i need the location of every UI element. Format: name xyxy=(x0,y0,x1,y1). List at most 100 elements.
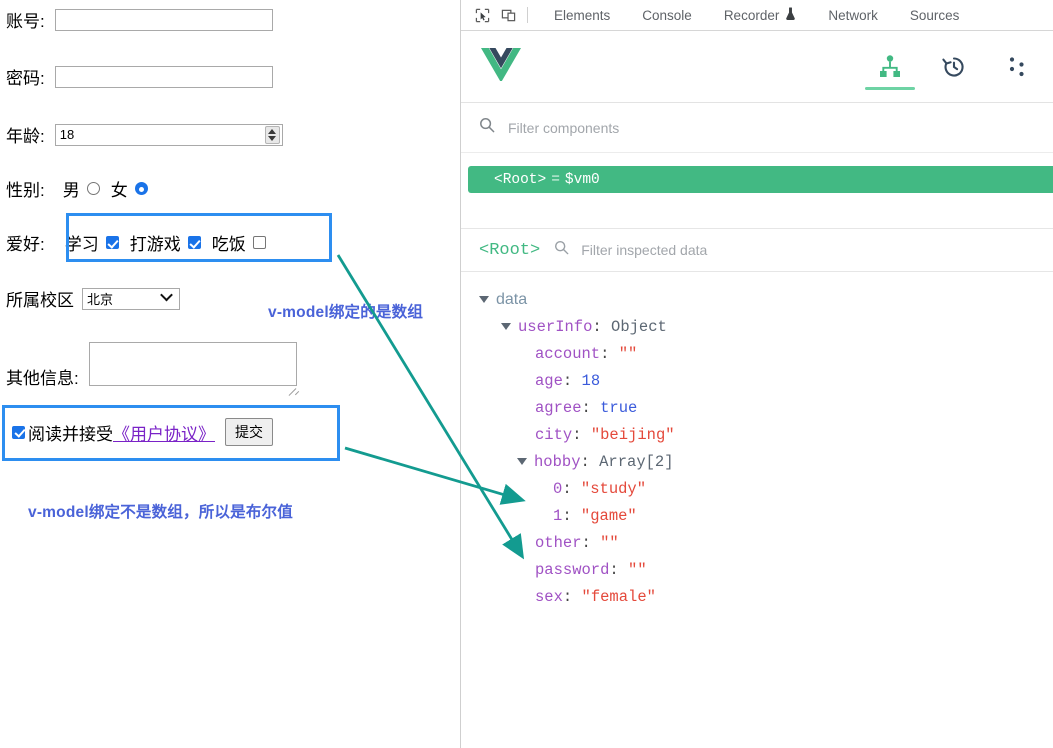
hobby-label: 爱好: xyxy=(6,235,45,254)
password-input[interactable] xyxy=(54,65,273,88)
tree-node-sex[interactable]: sex : "female" xyxy=(461,583,1053,610)
tree-node-agree[interactable]: agree : true xyxy=(461,394,1053,421)
hobby-option-study-label: 学习 xyxy=(64,235,99,254)
tree-key-agree: agree xyxy=(535,398,582,417)
vue-demo-form: 账号: 密码: 年龄: 性别: 男 女 爱好: 学习 打游戏 吃饭 xyxy=(0,0,460,748)
tab-sources[interactable]: Sources xyxy=(894,0,976,30)
sex-radio-male[interactable] xyxy=(86,182,100,195)
tree-key-hobby-1: 1 xyxy=(553,506,563,525)
component-filter-input[interactable] xyxy=(506,118,979,137)
tab-sources-label: Sources xyxy=(909,7,960,23)
tree-key-city: city xyxy=(535,425,573,444)
tab-network[interactable]: Network xyxy=(812,0,894,30)
tab-elements-label: Elements xyxy=(554,7,611,23)
hobby-checkbox-study[interactable] xyxy=(105,236,119,249)
tree-value-city: "beijing" xyxy=(590,425,675,444)
tree-value-agree: true xyxy=(600,398,638,417)
device-toolbar-icon[interactable] xyxy=(495,3,521,27)
field-row-sex: 性别: 男 女 xyxy=(6,176,148,201)
field-row-age: 年龄: xyxy=(6,122,283,147)
tree-value-hobby-1: "game" xyxy=(580,506,637,525)
tree-key-hobby: hobby xyxy=(534,452,581,471)
vue-logo-icon xyxy=(481,47,521,86)
city-select[interactable]: 北京 xyxy=(82,287,180,310)
field-row-other: 其他信息: xyxy=(6,342,297,391)
age-label: 年龄: xyxy=(6,127,45,146)
agree-text: 阅读并接受 xyxy=(28,424,113,444)
root-eq-sign: = xyxy=(551,171,560,188)
vue-devtools-toolbar xyxy=(461,31,1053,103)
tree-node-account[interactable]: account : "" xyxy=(461,340,1053,367)
more-dots-icon[interactable] xyxy=(1001,44,1035,90)
chevron-expanded-icon[interactable] xyxy=(517,458,527,465)
tab-console[interactable]: Console xyxy=(626,0,708,30)
tree-node-password[interactable]: password : "" xyxy=(461,556,1053,583)
tree-key-age: age xyxy=(535,371,563,390)
tree-node-userInfo[interactable]: userInfo : Object xyxy=(461,313,1053,340)
chevron-expanded-icon[interactable] xyxy=(501,323,511,330)
account-input[interactable] xyxy=(54,8,273,31)
tab-recorder[interactable]: Recorder xyxy=(708,0,813,30)
tab-console-label: Console xyxy=(642,7,692,23)
inspected-data-filter-input[interactable] xyxy=(579,241,989,259)
component-tree-icon[interactable] xyxy=(865,44,915,90)
city-select-value: 北京 xyxy=(87,292,114,307)
devtools-tabbar: Elements Console Recorder Network Source… xyxy=(461,0,1053,31)
component-filter-bar xyxy=(461,103,1053,153)
tree-value-hobby: Array[2] xyxy=(599,452,674,471)
tree-value-age: 18 xyxy=(581,371,601,390)
component-tree-list: <Root> = $vm0 xyxy=(461,153,1053,193)
submit-button[interactable]: 提交 xyxy=(225,418,273,446)
tree-node-hobby-1[interactable]: 1 : "game" xyxy=(461,502,1053,529)
age-stepper[interactable] xyxy=(54,123,283,146)
field-row-agree: 阅读并接受 《用户协议》 提交 xyxy=(12,418,273,446)
cursor-inspect-icon[interactable] xyxy=(469,3,495,27)
tree-value-hobby-0: "study" xyxy=(580,479,647,498)
search-icon xyxy=(479,117,495,138)
tree-node-hobby[interactable]: hobby : Array[2] xyxy=(461,448,1053,475)
field-row-city: 所属校区 北京 xyxy=(6,286,180,311)
tab-recorder-label: Recorder xyxy=(723,7,780,23)
tree-key-password: password xyxy=(535,560,610,579)
search-icon xyxy=(554,240,569,260)
tree-node-hobby-0[interactable]: 0 : "study" xyxy=(461,475,1053,502)
panel-splitter[interactable] xyxy=(461,193,1053,228)
hobby-checkbox-eat[interactable] xyxy=(252,236,266,249)
tree-value-password: "" xyxy=(628,560,647,579)
tree-key-other: other xyxy=(535,533,582,552)
sex-label: 性别: xyxy=(6,181,45,200)
inspector-header: <Root> xyxy=(461,228,1053,272)
spinner-up-icon[interactable] xyxy=(268,128,277,134)
tree-value-sex: "female" xyxy=(581,587,656,606)
inspected-data-tree: data userInfo : Object account : "" age … xyxy=(461,272,1053,610)
sex-radio-female[interactable] xyxy=(134,182,148,195)
user-agreement-link[interactable]: 《用户协议》 xyxy=(113,420,215,445)
hobby-option-game-label: 打游戏 xyxy=(129,235,181,254)
tab-network-label: Network xyxy=(828,7,878,23)
tree-node-other[interactable]: other : "" xyxy=(461,529,1053,556)
toolbar-divider xyxy=(527,7,528,23)
age-input[interactable] xyxy=(54,123,283,146)
tree-section-data[interactable]: data xyxy=(461,286,1053,313)
age-spinner-buttons[interactable] xyxy=(264,125,280,144)
tree-node-age[interactable]: age : 18 xyxy=(461,367,1053,394)
chevron-down-icon xyxy=(160,288,173,301)
field-row-hobby: 爱好: 学习 打游戏 吃饭 xyxy=(6,230,266,255)
tree-node-city[interactable]: city : "beijing" xyxy=(461,421,1053,448)
tree-section-data-label: data xyxy=(496,290,528,308)
spinner-down-icon[interactable] xyxy=(268,135,277,141)
tab-elements[interactable]: Elements xyxy=(538,0,626,30)
agree-checkbox[interactable] xyxy=(12,425,25,439)
inspector-breadcrumb[interactable]: <Root> xyxy=(479,241,540,260)
tree-key-account: account xyxy=(535,344,601,363)
chevron-expanded-icon[interactable] xyxy=(479,296,489,303)
tree-value-other: "" xyxy=(600,533,619,552)
other-textarea[interactable] xyxy=(88,342,297,386)
hobby-checkbox-game[interactable] xyxy=(187,236,201,249)
tree-value-account: "" xyxy=(618,344,638,363)
timeline-history-icon[interactable] xyxy=(937,44,971,90)
root-tag-label: <Root> xyxy=(494,171,547,188)
flask-icon xyxy=(785,7,796,23)
component-tree-item-root[interactable]: <Root> = $vm0 xyxy=(468,166,1053,193)
account-label: 账号: xyxy=(6,12,45,31)
